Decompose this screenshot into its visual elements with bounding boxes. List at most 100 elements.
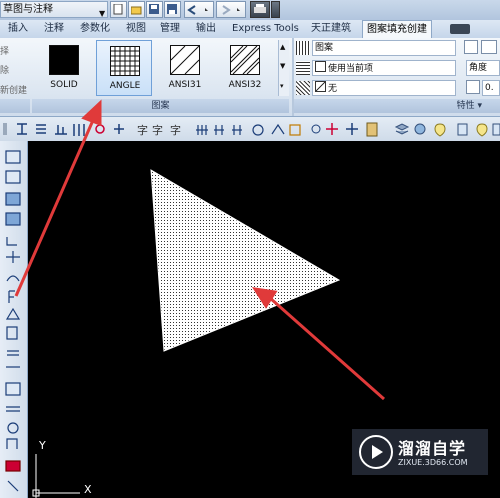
align-icon[interactable] xyxy=(17,123,27,135)
move-icon[interactable] xyxy=(326,123,338,135)
pattern-solid[interactable]: SOLID xyxy=(36,40,92,96)
freeze-icon[interactable] xyxy=(457,123,468,136)
plot-icon[interactable] xyxy=(250,1,270,18)
tab-hatch-creation[interactable]: 图案填充创建 xyxy=(362,20,432,39)
redo-icon[interactable] xyxy=(216,1,246,18)
properties-panel-label[interactable]: 特性 ▾ xyxy=(294,99,500,113)
watermark-url: ZIXUE.3D66.COM xyxy=(398,458,468,467)
qat-dropdown-icon[interactable] xyxy=(271,1,280,18)
open-icon[interactable] xyxy=(128,1,145,18)
tolerance-icon[interactable] xyxy=(289,124,301,136)
panel-toggle-icon[interactable] xyxy=(450,24,470,34)
tab-express-tools[interactable]: Express Tools xyxy=(232,20,299,38)
toolbar-grip-icon[interactable] xyxy=(3,123,7,135)
ucs-icon xyxy=(32,454,80,498)
properties-palette-icon[interactable] xyxy=(5,150,21,164)
offset-icon[interactable] xyxy=(7,350,19,356)
tab-parametric[interactable]: 参数化 xyxy=(80,20,110,38)
center-icon[interactable] xyxy=(95,124,105,134)
remove-label[interactable]: 除 xyxy=(0,63,9,76)
tab-manage[interactable]: 管理 xyxy=(160,20,180,38)
layer-manager-icon[interactable] xyxy=(5,192,21,206)
tab-annotate[interactable]: 注释 xyxy=(44,20,64,38)
layer-state-icon[interactable] xyxy=(414,123,426,135)
hatch-type-select[interactable]: 图案 xyxy=(312,40,456,56)
save-as-icon[interactable] xyxy=(164,1,181,18)
arc-icon[interactable] xyxy=(6,275,20,282)
pattern-label: SOLID xyxy=(50,80,78,90)
pattern-scroll[interactable]: ▲ ▼ ▾ xyxy=(278,40,289,96)
ribbon-tabs: 插入 注释 参数化 视图 管理 输出 Express Tools 天正建筑 图案… xyxy=(0,20,500,39)
boundary-icon[interactable] xyxy=(6,438,18,449)
pick-points-label[interactable]: 择 xyxy=(0,44,9,57)
text-format-icon[interactable]: 字 xyxy=(170,123,181,137)
layer-lock-icon[interactable] xyxy=(492,123,500,136)
baseline-icon[interactable] xyxy=(55,125,67,135)
region-icon[interactable] xyxy=(7,422,19,434)
x-axis-label: X xyxy=(84,483,92,496)
group-icon[interactable] xyxy=(311,124,321,134)
light-bulb-icon[interactable] xyxy=(434,123,446,137)
color-swatch-icon xyxy=(315,61,326,72)
table-icon[interactable] xyxy=(5,382,21,396)
dim-radius-icon[interactable] xyxy=(252,124,264,136)
dim-continue-icon[interactable] xyxy=(232,125,242,135)
crosshair-icon[interactable] xyxy=(114,124,124,134)
triangle-text-icon[interactable] xyxy=(5,307,21,320)
dim-linear-icon[interactable] xyxy=(196,125,208,135)
ribbon-panel: 择 除 新创建 SOLID ANGLE ANSI31 ANSI32 ▲ ▼ ▾ … xyxy=(0,38,500,117)
recreate-label[interactable]: 新创建 xyxy=(0,83,27,96)
ansi31-swatch-icon xyxy=(170,45,200,75)
layer-on-icon[interactable] xyxy=(476,123,488,137)
tab-view[interactable]: 视图 xyxy=(126,20,146,38)
vertical-align-icon[interactable] xyxy=(73,124,85,136)
design-center-icon[interactable] xyxy=(5,212,21,226)
edit-icon[interactable] xyxy=(7,480,19,492)
y-axis-label: Y xyxy=(39,439,46,452)
hatch-type-icon xyxy=(296,41,310,55)
layer-icon[interactable] xyxy=(481,40,497,54)
construction-line-icon[interactable] xyxy=(6,251,20,263)
text-style-icon[interactable]: 字 xyxy=(137,123,148,137)
text-edit-icon[interactable]: 字 xyxy=(152,123,163,137)
tab-tangent-arch[interactable]: 天正建筑 xyxy=(311,20,351,38)
layers-icon[interactable] xyxy=(394,123,410,135)
zoom-window-icon[interactable] xyxy=(5,170,21,184)
clipboard-icon[interactable] xyxy=(366,122,378,137)
insert-block-icon[interactable] xyxy=(6,326,18,340)
angle-label: 角度 xyxy=(469,63,488,73)
tab-output[interactable]: 输出 xyxy=(196,20,216,38)
expand-gallery-icon[interactable]: ▾ xyxy=(280,82,284,90)
new-icon[interactable] xyxy=(110,1,127,18)
toolbar-icons: 字 字 字 xyxy=(3,122,500,137)
transparency-icon[interactable] xyxy=(464,40,478,54)
distribute-icon[interactable] xyxy=(36,124,46,134)
background-color-select[interactable]: 无 xyxy=(312,80,456,96)
dim-angular-icon[interactable] xyxy=(271,123,285,135)
background-color-icon xyxy=(296,81,310,95)
hatched-triangle[interactable] xyxy=(150,169,341,352)
workspace-name: 草图与注释 xyxy=(3,4,53,15)
polyline-icon[interactable] xyxy=(6,237,17,246)
scale-field[interactable]: 0. xyxy=(482,80,500,96)
solid-swatch-icon xyxy=(49,45,79,75)
hatch-color-icon xyxy=(296,61,310,75)
tab-insert[interactable]: 插入 xyxy=(8,20,28,38)
pan-icon[interactable] xyxy=(346,123,358,135)
dim-aligned-icon[interactable] xyxy=(214,125,224,135)
scroll-down-icon[interactable]: ▼ xyxy=(280,62,285,70)
angle-field[interactable]: 角度 xyxy=(466,60,500,76)
undo-icon[interactable] xyxy=(184,1,214,18)
pattern-angle[interactable]: ANGLE xyxy=(96,40,152,96)
wipeout-icon[interactable] xyxy=(5,460,21,472)
workspace-switcher[interactable]: 草图与注释 ▼ xyxy=(0,1,108,18)
hatch-color-select[interactable]: 使用当前项 xyxy=(312,60,456,76)
pattern-ansi32[interactable]: ANSI32 xyxy=(217,40,273,96)
save-icon[interactable] xyxy=(146,1,163,18)
pattern-ansi31[interactable]: ANSI31 xyxy=(157,40,213,96)
scroll-up-icon[interactable]: ▲ xyxy=(280,43,285,51)
title-bar: 草图与注释 ▼ xyxy=(0,0,500,20)
drawing-canvas[interactable]: Y X 溜溜自学 ZIXUE.3D66.COM xyxy=(28,141,500,498)
flag-icon[interactable] xyxy=(8,290,15,303)
hatch-icon[interactable] xyxy=(6,406,20,412)
